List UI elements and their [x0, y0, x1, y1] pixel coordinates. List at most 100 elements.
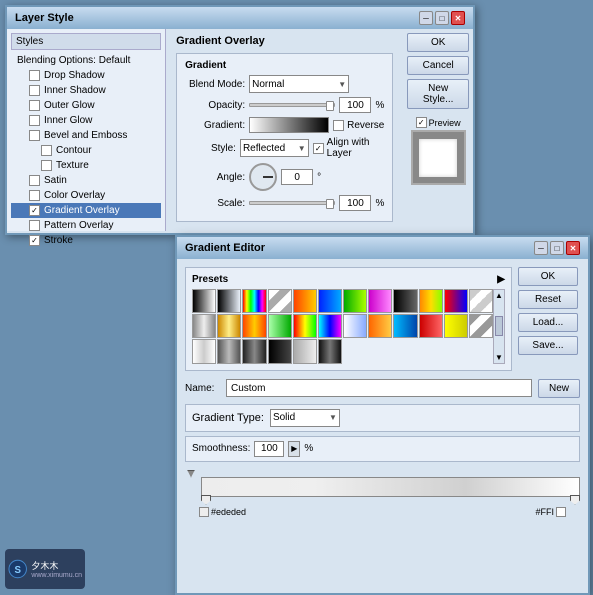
preset-swatch-29[interactable] — [318, 339, 342, 363]
inner-glow-checkbox[interactable] — [29, 115, 40, 126]
sidebar-item-contour[interactable]: Contour — [11, 143, 161, 158]
preset-swatch-2[interactable] — [242, 289, 266, 313]
preset-swatch-13[interactable] — [217, 314, 241, 338]
gradient-overlay-checkbox[interactable]: ✓ — [29, 205, 40, 216]
ge-save-button[interactable]: Save... — [518, 336, 578, 355]
sidebar-item-stroke[interactable]: ✓ Stroke — [11, 233, 161, 248]
inner-shadow-checkbox[interactable] — [29, 85, 40, 96]
preset-swatch-21[interactable] — [419, 314, 443, 338]
cancel-button[interactable]: Cancel — [407, 56, 469, 75]
sidebar-item-drop-shadow[interactable]: Drop Shadow — [11, 68, 161, 83]
scrollbar[interactable]: ▲ ▼ — [493, 289, 505, 364]
preset-swatch-22[interactable] — [444, 314, 468, 338]
preset-swatch-1[interactable] — [217, 289, 241, 313]
preset-swatch-20[interactable] — [393, 314, 417, 338]
preset-swatch-6[interactable] — [343, 289, 367, 313]
reverse-checkbox[interactable] — [333, 120, 344, 131]
scale-thumb[interactable] — [326, 199, 334, 209]
satin-checkbox[interactable] — [29, 175, 40, 186]
sidebar-item-color-overlay[interactable]: Color Overlay — [11, 188, 161, 203]
style-select[interactable]: Reflected ▼ — [240, 139, 309, 157]
pattern-overlay-checkbox[interactable] — [29, 220, 40, 231]
preview-checkbox[interactable]: ✓ — [416, 117, 427, 128]
sidebar-item-pattern-overlay[interactable]: Pattern Overlay — [11, 218, 161, 233]
preset-swatch-16[interactable] — [293, 314, 317, 338]
name-input[interactable]: Custom — [226, 379, 532, 397]
preset-swatch-23[interactable] — [469, 314, 493, 338]
ge-maximize-button[interactable]: □ — [550, 241, 564, 255]
opacity-stop-marker[interactable] — [187, 470, 195, 478]
preset-swatch-27[interactable] — [268, 339, 292, 363]
sidebar-item-inner-shadow[interactable]: Inner Shadow — [11, 83, 161, 98]
preset-swatch-8[interactable] — [393, 289, 417, 313]
ge-minimize-button[interactable]: ─ — [534, 241, 548, 255]
drop-shadow-checkbox[interactable] — [29, 70, 40, 81]
contour-checkbox[interactable] — [41, 145, 52, 156]
smoothness-step-btn[interactable]: ▶ — [288, 441, 300, 457]
preset-swatch-19[interactable] — [368, 314, 392, 338]
close-button[interactable]: ✕ — [451, 11, 465, 25]
left-stop-value: #ededed — [211, 507, 246, 517]
bevel-checkbox[interactable] — [29, 130, 40, 141]
color-stop-right[interactable] — [570, 495, 580, 505]
texture-checkbox[interactable] — [41, 160, 52, 171]
preset-swatch-15[interactable] — [268, 314, 292, 338]
sidebar-item-outer-glow[interactable]: Outer Glow — [11, 98, 161, 113]
opacity-slider[interactable] — [249, 103, 335, 107]
sidebar-item-inner-glow[interactable]: Inner Glow — [11, 113, 161, 128]
sidebar-item-texture[interactable]: Texture — [11, 158, 161, 173]
scroll-up[interactable]: ▲ — [495, 291, 503, 300]
angle-input[interactable]: 0 — [281, 169, 313, 185]
sidebar-item-gradient-overlay[interactable]: ✓ Gradient Overlay — [11, 203, 161, 218]
right-stop-swatch[interactable] — [556, 507, 566, 517]
color-overlay-checkbox[interactable] — [29, 190, 40, 201]
preset-swatch-14[interactable] — [242, 314, 266, 338]
new-style-button[interactable]: New Style... — [407, 79, 469, 109]
new-button[interactable]: New — [538, 379, 580, 398]
preset-swatch-9[interactable] — [419, 289, 443, 313]
angle-wheel[interactable] — [249, 163, 277, 191]
ge-load-button[interactable]: Load... — [518, 313, 578, 332]
preset-swatch-17[interactable] — [318, 314, 342, 338]
preset-swatch-24[interactable] — [192, 339, 216, 363]
stroke-checkbox[interactable]: ✓ — [29, 235, 40, 246]
smoothness-input[interactable]: 100 — [254, 441, 284, 457]
left-stop-swatch[interactable] — [199, 507, 209, 517]
sidebar-item-satin[interactable]: Satin — [11, 173, 161, 188]
gradient-type-select[interactable]: Solid ▼ — [270, 409, 340, 427]
preset-swatch-11[interactable] — [469, 289, 493, 313]
sidebar-item-bevel-emboss[interactable]: Bevel and Emboss — [11, 128, 161, 143]
gradient-swatch[interactable] — [249, 117, 329, 133]
gradient-bar[interactable] — [201, 477, 580, 497]
opacity-input[interactable]: 100 — [339, 97, 371, 113]
preset-swatch-7[interactable] — [368, 289, 392, 313]
preset-swatch-26[interactable] — [242, 339, 266, 363]
ok-button[interactable]: OK — [407, 33, 469, 52]
color-stop-left[interactable] — [201, 495, 211, 505]
sidebar-item-blending[interactable]: Blending Options: Default — [11, 53, 161, 68]
scroll-thumb[interactable] — [495, 316, 503, 336]
opacity-thumb[interactable] — [326, 101, 334, 111]
preset-swatch-12[interactable] — [192, 314, 216, 338]
ge-close-button[interactable]: ✕ — [566, 241, 580, 255]
minimize-button[interactable]: ─ — [419, 11, 433, 25]
align-checkbox[interactable]: ✓ — [313, 143, 324, 154]
ge-ok-button[interactable]: OK — [518, 267, 578, 286]
presets-arrow[interactable]: ▶ — [497, 274, 505, 285]
preset-swatch-4[interactable] — [293, 289, 317, 313]
blend-mode-select[interactable]: Normal ▼ — [249, 75, 349, 93]
preset-swatch-5[interactable] — [318, 289, 342, 313]
preset-swatch-0[interactable] — [192, 289, 216, 313]
scale-input[interactable]: 100 — [339, 195, 371, 211]
scroll-down[interactable]: ▼ — [495, 353, 503, 362]
preset-swatch-10[interactable] — [444, 289, 468, 313]
satin-label: Satin — [44, 175, 67, 186]
preset-swatch-25[interactable] — [217, 339, 241, 363]
maximize-button[interactable]: □ — [435, 11, 449, 25]
preset-swatch-3[interactable] — [268, 289, 292, 313]
outer-glow-checkbox[interactable] — [29, 100, 40, 111]
ge-reset-button[interactable]: Reset — [518, 290, 578, 309]
preset-swatch-28[interactable] — [293, 339, 317, 363]
scale-slider[interactable] — [249, 201, 335, 205]
preset-swatch-18[interactable] — [343, 314, 367, 338]
